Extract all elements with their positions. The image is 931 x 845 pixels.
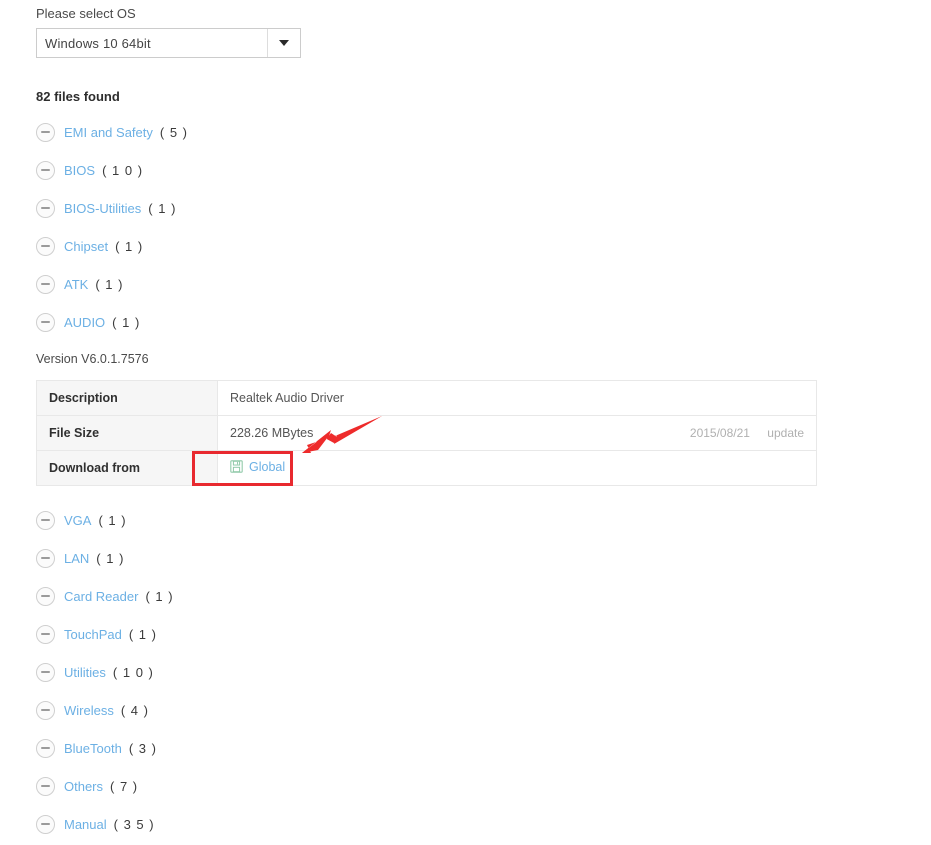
floppy-disk-icon xyxy=(230,460,243,473)
category-count: ( 1 0 ) xyxy=(102,162,144,178)
minus-circle-icon[interactable] xyxy=(36,814,55,834)
category-row: EMI and Safety ( 5 ) xyxy=(36,121,188,143)
category-row: Manual ( 3 5 ) xyxy=(36,813,155,835)
category-row: Others ( 7 ) xyxy=(36,775,138,797)
category-count: ( 1 ) xyxy=(148,200,177,216)
category-link[interactable]: BIOS xyxy=(64,163,95,178)
category-link[interactable]: VGA xyxy=(64,513,91,528)
minus-circle-icon[interactable] xyxy=(36,274,55,294)
download-from-value-cell: Global xyxy=(217,450,817,486)
category-row: Chipset ( 1 ) xyxy=(36,235,143,257)
category-count: ( 1 ) xyxy=(128,626,157,642)
caret-glyph xyxy=(279,40,289,46)
category-link[interactable]: AUDIO xyxy=(64,315,105,330)
category-link[interactable]: EMI and Safety xyxy=(64,125,153,140)
download-global-label: Global xyxy=(249,459,286,474)
table-row-filesize: File Size 228.26 MBytes 2015/08/21 updat… xyxy=(36,415,817,451)
minus-circle-icon[interactable] xyxy=(36,624,55,644)
minus-circle-icon[interactable] xyxy=(36,198,55,218)
category-count: ( 1 ) xyxy=(95,276,124,292)
category-row: AUDIO ( 1 ) xyxy=(36,311,140,333)
minus-circle-icon[interactable] xyxy=(36,738,55,758)
category-link[interactable]: Card Reader xyxy=(64,589,138,604)
os-select-label: Please select OS xyxy=(36,6,136,21)
category-count: ( 3 5 ) xyxy=(113,816,155,832)
minus-circle-icon[interactable] xyxy=(36,236,55,256)
category-link[interactable]: BIOS-Utilities xyxy=(64,201,141,216)
category-count: ( 5 ) xyxy=(159,124,189,140)
category-link[interactable]: Utilities xyxy=(64,665,106,680)
files-found-count: 82 files found xyxy=(36,89,120,104)
category-count: ( 1 ) xyxy=(112,314,141,330)
os-select-value: Windows 10 64bit xyxy=(45,35,151,51)
category-row: Wireless ( 4 ) xyxy=(36,699,149,721)
os-select-dropdown[interactable]: Windows 10 64bit xyxy=(36,28,301,58)
category-row: TouchPad ( 1 ) xyxy=(36,623,157,645)
download-global-link[interactable]: Global xyxy=(230,460,285,474)
chevron-down-icon[interactable] xyxy=(267,29,300,57)
minus-circle-icon[interactable] xyxy=(36,122,55,142)
driver-version: Version V6.0.1.7576 xyxy=(36,352,149,366)
minus-circle-icon[interactable] xyxy=(36,312,55,332)
category-link[interactable]: Chipset xyxy=(64,239,108,254)
minus-circle-icon[interactable] xyxy=(36,548,55,568)
category-row: Card Reader ( 1 ) xyxy=(36,585,174,607)
minus-circle-icon[interactable] xyxy=(36,510,55,530)
category-count: ( 1 ) xyxy=(96,550,125,566)
category-count: ( 1 0 ) xyxy=(112,664,154,680)
category-row: BIOS ( 1 0 ) xyxy=(36,159,143,181)
table-row-description: Description Realtek Audio Driver xyxy=(36,380,817,416)
download-from-label: Download from xyxy=(36,450,218,486)
driver-detail-table: Description Realtek Audio Driver File Si… xyxy=(36,380,817,486)
category-count: ( 7 ) xyxy=(110,778,139,794)
category-count: ( 3 ) xyxy=(128,740,157,756)
category-link[interactable]: Manual xyxy=(64,817,107,832)
category-row: BlueTooth ( 3 ) xyxy=(36,737,157,759)
filesize-value-cell: 228.26 MBytes 2015/08/21 update xyxy=(217,415,817,451)
category-row: LAN ( 1 ) xyxy=(36,547,124,569)
category-link[interactable]: LAN xyxy=(64,551,89,566)
table-row-download: Download from Global xyxy=(36,450,817,486)
minus-circle-icon[interactable] xyxy=(36,776,55,796)
category-count: ( 1 ) xyxy=(98,512,127,528)
category-row: BIOS-Utilities ( 1 ) xyxy=(36,197,176,219)
minus-circle-icon[interactable] xyxy=(36,586,55,606)
description-value: Realtek Audio Driver xyxy=(217,380,817,416)
category-link[interactable]: Wireless xyxy=(64,703,114,718)
filesize-label: File Size xyxy=(36,415,218,451)
minus-circle-icon[interactable] xyxy=(36,700,55,720)
category-count: ( 4 ) xyxy=(120,702,149,718)
category-link[interactable]: BlueTooth xyxy=(64,741,122,756)
category-row: VGA ( 1 ) xyxy=(36,509,127,531)
category-link[interactable]: TouchPad xyxy=(64,627,122,642)
update-text: update xyxy=(767,426,804,440)
category-count: ( 1 ) xyxy=(115,238,144,254)
category-count: ( 1 ) xyxy=(145,588,174,604)
update-date: 2015/08/21 xyxy=(689,426,750,440)
category-row: Utilities ( 1 0 ) xyxy=(36,661,154,683)
minus-circle-icon[interactable] xyxy=(36,160,55,180)
filesize-value: 228.26 MBytes xyxy=(230,426,314,440)
category-link[interactable]: ATK xyxy=(64,277,88,292)
filesize-meta: 2015/08/21 update xyxy=(690,426,804,440)
description-label: Description xyxy=(36,380,218,416)
category-row: ATK ( 1 ) xyxy=(36,273,123,295)
category-link[interactable]: Others xyxy=(64,779,103,794)
minus-circle-icon[interactable] xyxy=(36,662,55,682)
